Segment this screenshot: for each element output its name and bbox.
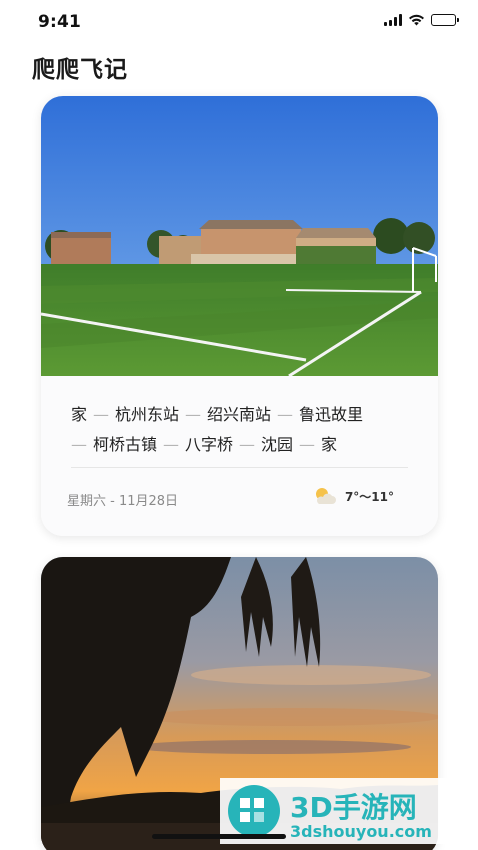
app-title: 爬爬飞记	[32, 57, 128, 83]
weather: 7°～11°	[313, 486, 394, 506]
status-bar: 9:41	[0, 0, 478, 44]
watermark-url: 3dshouyou.com	[290, 822, 432, 841]
trip-card[interactable]: 家 — 杭州东站 — 绍兴南站 — 鲁迅故里 — 柯桥古镇 — 八字桥 — 沈园 — 家 星期六 - 11月…	[41, 96, 438, 536]
status-icons	[384, 14, 459, 26]
watermark-brand: 3D手游网	[290, 791, 417, 824]
temperature-range: 7°～11°	[344, 489, 394, 504]
route-stop: 八字桥	[185, 435, 234, 454]
route-stop: 杭州东站	[115, 405, 180, 424]
card-divider	[71, 467, 408, 468]
trip-photo-football-field	[41, 96, 438, 376]
battery-icon	[431, 14, 459, 26]
partly-cloudy-icon	[315, 488, 336, 504]
status-time: 9:41	[38, 12, 82, 32]
trip-route: 家 — 杭州东站 — 绍兴南站 — 鲁迅故里 — 柯桥古镇 — 八字桥 — 沈园 — 家	[71, 405, 364, 454]
trip-date: 星期六 - 11月28日	[67, 494, 179, 509]
route-stop: 家	[321, 435, 338, 454]
trip-card-body: 家 — 杭州东站 — 绍兴南站 — 鲁迅故里 — 柯桥古镇 — 八字桥 — 沈园 — 家 星期六 - 11月…	[41, 376, 438, 536]
route-stop: 沈园	[261, 435, 294, 454]
home-indicator[interactable]	[152, 834, 286, 839]
cellular-signal-icon	[384, 14, 402, 26]
route-stop: 绍兴南站	[207, 405, 272, 424]
screen: 9:41 爬爬飞记 家 — 杭州东站 — 绍兴南站 — 鲁迅故里 — 柯桥古镇 …	[0, 0, 478, 850]
wifi-icon	[409, 14, 424, 26]
route-stop: 柯桥古镇	[93, 435, 158, 454]
route-stop: 家	[71, 405, 88, 424]
route-stop: 鲁迅故里	[299, 405, 364, 424]
